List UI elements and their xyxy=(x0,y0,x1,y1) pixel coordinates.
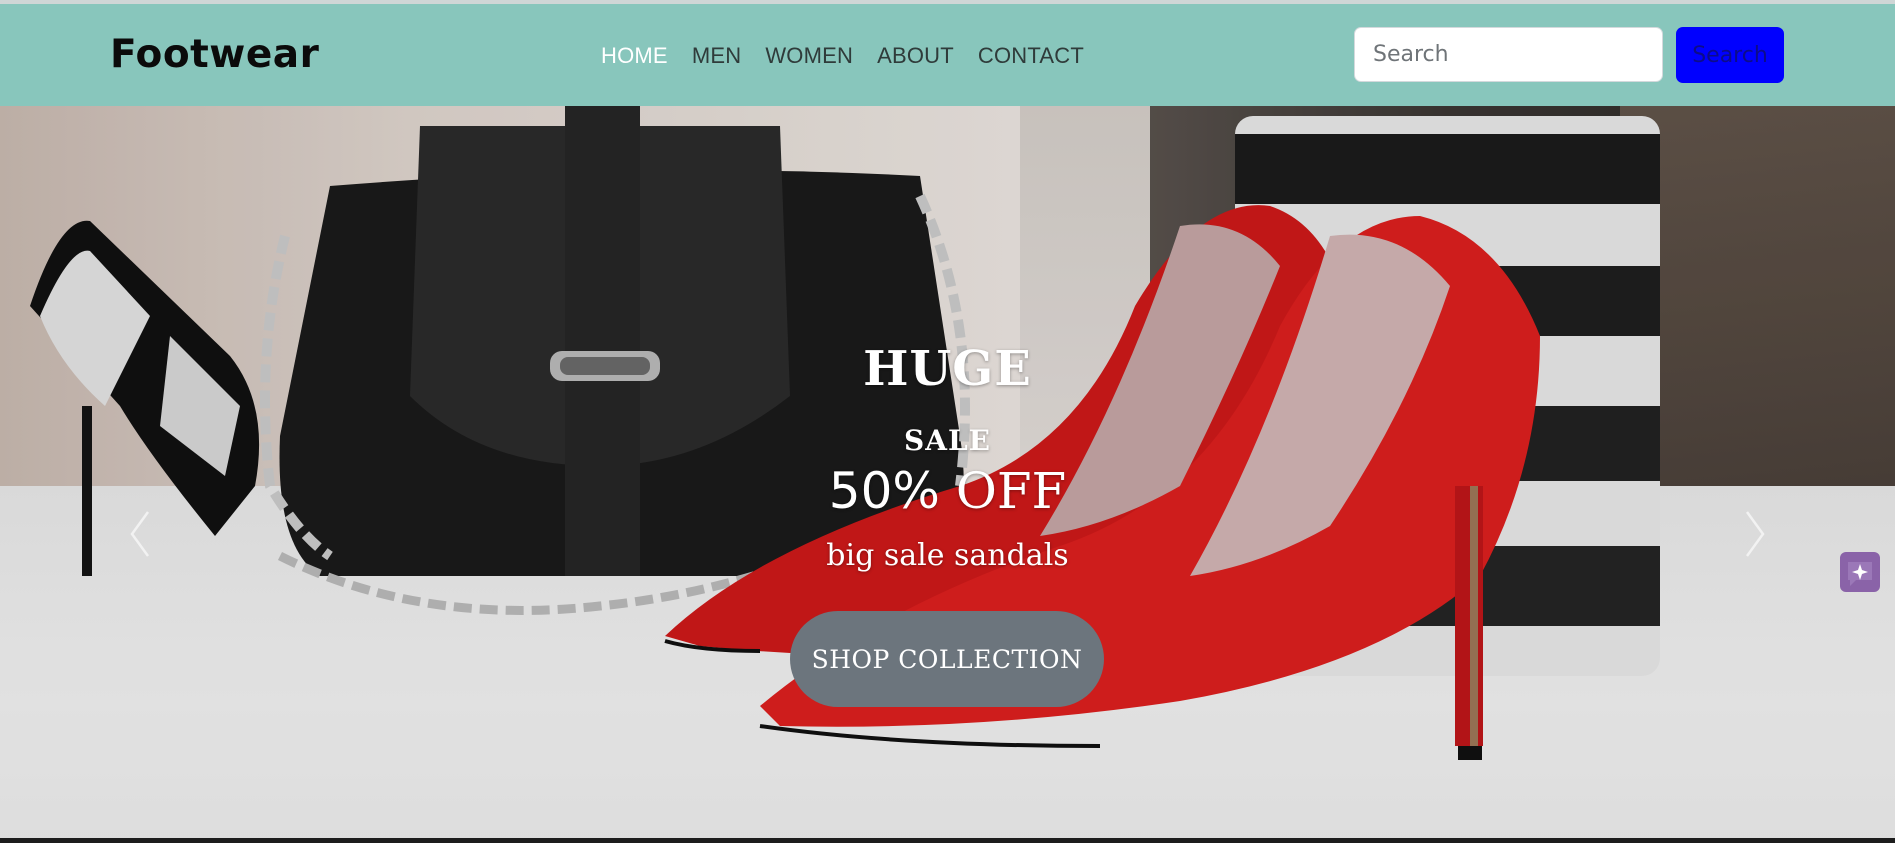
main-nav: HOME MEN WOMEN ABOUT CONTACT xyxy=(601,43,1108,69)
nav-about-link[interactable]: ABOUT xyxy=(877,43,954,69)
search-input[interactable] xyxy=(1354,27,1663,82)
carousel-next-button[interactable] xyxy=(1733,504,1773,564)
chevron-left-icon xyxy=(130,511,150,557)
hero-title-huge: HUGE xyxy=(863,341,1032,397)
sparkle-icon xyxy=(1848,562,1872,586)
shop-collection-button[interactable]: SHOP COLLECTION xyxy=(790,611,1104,707)
hero-title-sale: SALE xyxy=(904,424,991,457)
sparkle-chat-icon[interactable] xyxy=(1840,552,1880,592)
bottom-border xyxy=(0,838,1895,843)
nav-contact-link[interactable]: CONTACT xyxy=(978,43,1084,69)
hero-discount-off: OFF xyxy=(955,462,1067,520)
hero-subtitle: big sale sandals xyxy=(826,538,1069,573)
hero-discount-percent: 50% xyxy=(828,462,940,520)
carousel-prev-button[interactable] xyxy=(122,504,162,564)
chevron-right-icon xyxy=(1745,511,1765,557)
hero-carousel: HUGE SALE 50% OFF big sale sandals SHOP … xyxy=(0,106,1895,843)
brand-logo[interactable]: Footwear xyxy=(110,32,319,77)
search-button[interactable]: Search xyxy=(1676,27,1784,83)
nav-women-link[interactable]: WOMEN xyxy=(765,43,853,69)
nav-home-link[interactable]: HOME xyxy=(601,43,668,69)
navbar: Footwear HOME MEN WOMEN ABOUT CONTACT Se… xyxy=(0,4,1895,106)
nav-men-link[interactable]: MEN xyxy=(692,43,742,69)
hero-discount: 50% OFF xyxy=(0,462,1895,520)
